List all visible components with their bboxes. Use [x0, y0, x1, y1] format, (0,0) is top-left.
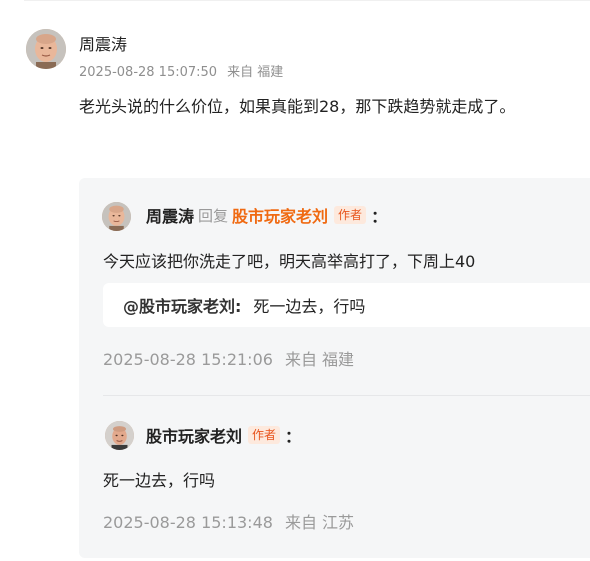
- reply-colon: ：: [285, 427, 302, 446]
- comment-author[interactable]: 周震涛: [79, 31, 127, 55]
- reply-author[interactable]: 股市玩家老刘: [146, 423, 242, 447]
- reply-time: 2025-08-28 15:21:06: [103, 350, 273, 369]
- quoted-user[interactable]: @股市玩家老刘:: [123, 293, 241, 317]
- reply-author[interactable]: 周震涛: [146, 203, 194, 227]
- reply-header: 股市玩家老刘 作者 ：: [146, 423, 301, 447]
- reply-text: 今天应该把你洗走了吧，明天高举高打了，下周上40: [103, 252, 476, 271]
- reply-meta: 2025-08-28 15:21:06 来自 福建: [103, 346, 354, 370]
- top-divider: [24, 0, 590, 1]
- reply-header: 周震涛 回复 股市玩家老刘 作者 ：: [146, 203, 387, 227]
- author-badge: 作者: [334, 206, 367, 224]
- comment-thread: 周震涛 2025-08-28 15:07:50 来自 福建 老光头说的什么价位，如…: [0, 0, 590, 561]
- reply-location: 来自 福建: [284, 350, 355, 369]
- comment-text: 老光头说的什么价位，如果真能到28，那下跌趋势就走成了。: [79, 97, 516, 116]
- quoted-reply: @股市玩家老刘: 死一边去，行吗: [103, 283, 590, 327]
- avatar[interactable]: [102, 202, 131, 231]
- comment-meta: 2025-08-28 15:07:50 来自 福建: [79, 61, 283, 80]
- reply-time: 2025-08-28 15:13:48: [103, 513, 273, 532]
- avatar[interactable]: [26, 29, 66, 69]
- reply-divider: [103, 395, 590, 396]
- reply-text: 死一边去，行吗: [103, 471, 216, 490]
- reply-colon: ：: [371, 207, 388, 226]
- reply-label: 回复: [198, 206, 229, 225]
- reply-target-user[interactable]: 股市玩家老刘: [232, 203, 328, 227]
- reply-meta: 2025-08-28 15:13:48 来自 江苏: [103, 509, 354, 533]
- reply-location: 来自 江苏: [284, 513, 355, 532]
- avatar[interactable]: [105, 421, 134, 450]
- comment-time: 2025-08-28 15:07:50: [79, 65, 218, 80]
- quoted-text: 死一边去，行吗: [253, 297, 366, 316]
- comment-location: 来自 福建: [227, 65, 284, 80]
- author-badge: 作者: [248, 426, 281, 444]
